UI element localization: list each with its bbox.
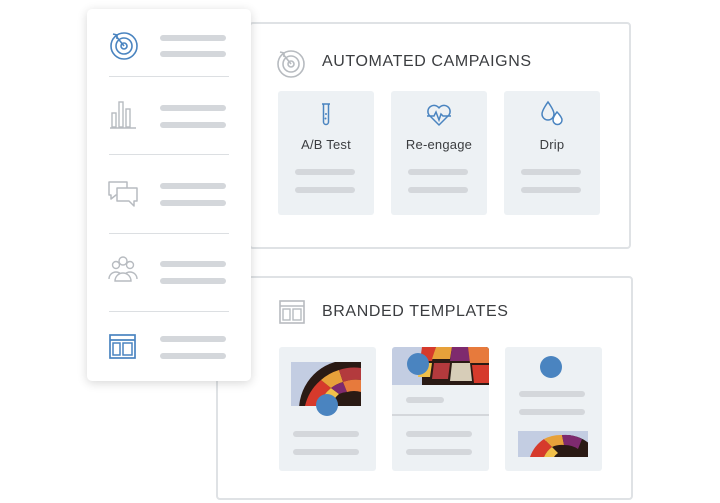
ab-test-card[interactable]: A/B Test (278, 91, 374, 215)
divider (109, 311, 229, 312)
template-card[interactable] (505, 347, 602, 471)
text-placeholder (408, 169, 468, 175)
text-placeholder (295, 169, 355, 175)
text-placeholder (160, 35, 226, 41)
text-placeholder (293, 431, 359, 437)
layout-icon (279, 300, 305, 324)
text-placeholder (160, 261, 226, 267)
text-placeholder (406, 431, 472, 437)
template-card[interactable] (279, 347, 376, 471)
divider (109, 233, 229, 234)
text-placeholder (408, 187, 468, 193)
sidebar-item-contacts[interactable] (87, 254, 251, 294)
avatar-dot (407, 353, 429, 375)
text-placeholder (519, 391, 585, 397)
branded-templates-title: BRANDED TEMPLATES (322, 303, 509, 320)
drip-label: Drip (539, 137, 565, 152)
test-tube-icon (322, 103, 330, 126)
drip-card[interactable]: Drip (504, 91, 600, 215)
text-placeholder (521, 187, 581, 193)
branded-templates-panel: BRANDED TEMPLATES (216, 276, 633, 500)
text-placeholder (160, 122, 226, 128)
re-engage-label: Re-engage (405, 137, 473, 152)
text-placeholder (406, 449, 472, 455)
text-placeholder (160, 200, 226, 206)
text-placeholder (160, 183, 226, 189)
template-card[interactable] (392, 347, 489, 471)
automated-campaigns-panel: AUTOMATED CAMPAIGNS A/B Test Re-engage D… (249, 22, 631, 249)
text-placeholder (519, 409, 585, 415)
sidebar-item-campaigns[interactable] (87, 27, 251, 67)
text-placeholder (160, 336, 226, 342)
target-icon (277, 50, 305, 78)
avatar-dot (540, 356, 562, 378)
sidebar-item-templates[interactable] (87, 332, 251, 372)
automated-campaigns-title: AUTOMATED CAMPAIGNS (322, 53, 532, 70)
text-placeholder (406, 397, 444, 403)
re-engage-card[interactable]: Re-engage (391, 91, 487, 215)
avatar-dot (316, 394, 338, 416)
water-drops-icon (541, 100, 563, 126)
chat-bubbles-icon (108, 181, 138, 207)
balloon-image (518, 431, 588, 457)
text-placeholder (160, 278, 226, 284)
people-icon (108, 256, 138, 282)
target-icon (110, 32, 138, 60)
sidebar-item-reports[interactable] (87, 97, 251, 137)
divider (392, 414, 489, 416)
text-placeholder (295, 187, 355, 193)
divider (109, 154, 229, 155)
sidebar (87, 9, 251, 381)
divider (109, 76, 229, 77)
heartbeat-icon (427, 104, 451, 126)
sidebar-item-conversations[interactable] (87, 177, 251, 217)
text-placeholder (521, 169, 581, 175)
text-placeholder (293, 449, 359, 455)
text-placeholder (160, 353, 226, 359)
text-placeholder (160, 105, 226, 111)
ab-test-label: A/B Test (301, 137, 351, 152)
bar-chart-icon (110, 101, 136, 129)
layout-icon (109, 334, 136, 359)
text-placeholder (160, 51, 226, 57)
